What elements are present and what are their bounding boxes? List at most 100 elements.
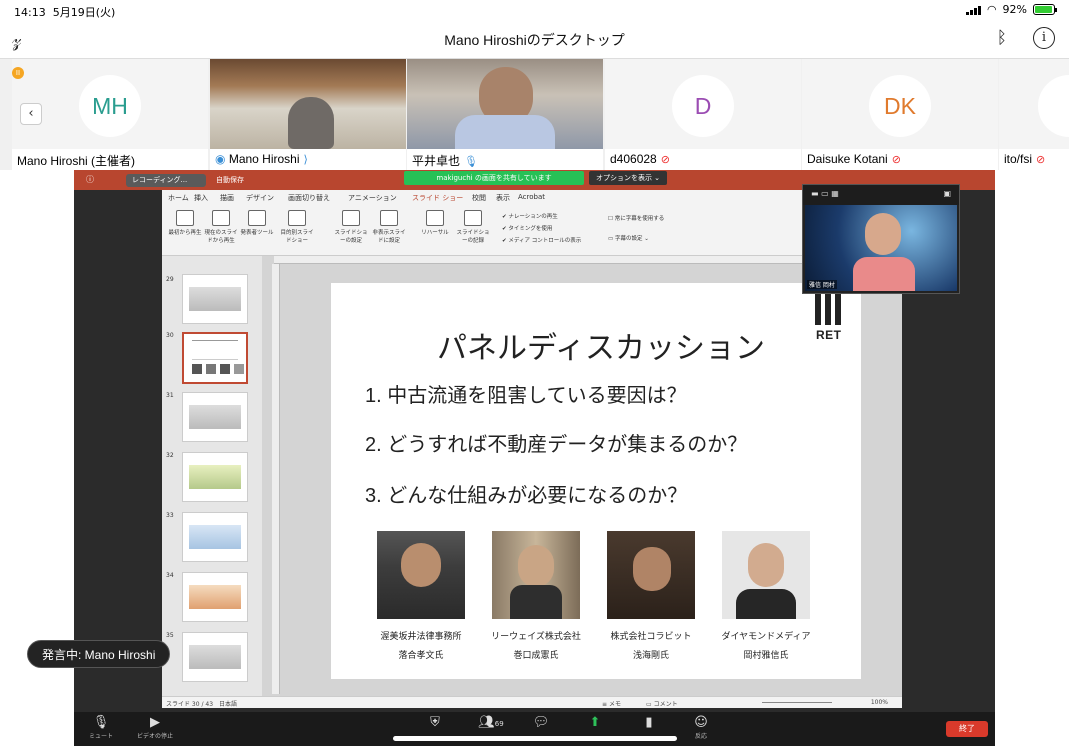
bluetooth-icon[interactable]: ᛒ xyxy=(997,28,1007,48)
participant-tile[interactable]: D xyxy=(605,59,801,149)
panelist-photo xyxy=(607,531,695,619)
mute-button[interactable]: 🎙︎ ミュート xyxy=(76,715,126,740)
slide-thumbnail[interactable] xyxy=(182,632,248,682)
ribbon-button[interactable]: 現在のスライドから再生 xyxy=(204,210,238,244)
ribbon-button[interactable]: 非表示スライドに設定 xyxy=(372,210,406,244)
participant-name: d406028 ⊘ xyxy=(605,149,801,170)
chat-button[interactable]: 💬︎ xyxy=(516,715,566,731)
info-icon[interactable]: i xyxy=(1033,27,1055,49)
panelist-name: 浅海剛氏 xyxy=(632,650,669,660)
tab-7[interactable]: 校閲 xyxy=(472,193,486,203)
panelist: 株式会社コラビット 浅海剛氏 xyxy=(596,531,706,661)
zoom-ipad-screen: 14:13 5月19日(火) ◠ 92% 𝓏 Mano Hiroshiのデスクト… xyxy=(0,0,1069,746)
notes-button[interactable]: ≡ メモ xyxy=(602,699,621,708)
comments-button[interactable]: ▭ コメント xyxy=(646,699,678,708)
participant-tile[interactable] xyxy=(407,59,603,149)
slide-thumbnail-panel: 29 30 31 32 33 34 35 xyxy=(162,256,262,696)
ribbon-button[interactable]: 最初から再生 xyxy=(168,210,202,236)
status-right: ◠ 92% xyxy=(965,3,1057,16)
reactions-button[interactable]: ☺ 反応 xyxy=(676,715,726,740)
tab-4[interactable]: 画面切り替え xyxy=(288,193,330,203)
floating-video[interactable]: ▬ ▭ ▦ ▣ 雅信 岡村 xyxy=(802,184,960,294)
checkbox-timing[interactable]: ✔ タイミングを使用 xyxy=(502,224,552,232)
ribbon-button[interactable]: リハーサル xyxy=(418,210,452,236)
ribbon: 最初から再生 現在のスライドから再生 発表者ツール 目的別スライドショー スライ… xyxy=(162,204,902,256)
end-meeting-button[interactable]: 終了 xyxy=(946,721,988,737)
share-banner: makiguchi の画面を共有しています xyxy=(404,171,584,185)
back-arrow-icon[interactable]: ‹ xyxy=(20,103,42,125)
mic-muted-icon: ⊘ xyxy=(891,154,901,166)
share-screen-icon: ⬆ xyxy=(589,715,601,730)
slide-number: 30 xyxy=(166,332,174,339)
tab-0[interactable]: ホーム xyxy=(168,193,189,203)
zoom-logo-icon: ◉ xyxy=(215,152,226,166)
slide-thumbnail[interactable] xyxy=(182,274,248,324)
caption-settings-button[interactable]: ▭ 字幕の設定 ⌄ xyxy=(608,234,649,242)
tab-8[interactable]: 表示 xyxy=(496,193,510,203)
camera-video xyxy=(210,59,406,149)
zoom-level: 100% xyxy=(870,699,888,706)
participant-tile[interactable]: DK xyxy=(802,59,998,149)
ppt-statusbar: スライド 30 / 43 日本語 ≡ メモ ▭ コメント 100% xyxy=(162,696,902,708)
wifi-icon: ◠ xyxy=(986,3,997,16)
slide-thumbnail[interactable] xyxy=(182,452,248,502)
panelist: ダイヤモンドメディア 岡村雅信氏 xyxy=(711,531,821,661)
slide-number: 31 xyxy=(166,392,174,399)
tab-5[interactable]: アニメーション xyxy=(348,193,397,203)
checkbox-captions[interactable]: ☐ 常に字幕を使用する xyxy=(608,214,664,222)
mic-muted-icon: ⊘ xyxy=(660,154,670,166)
slide-number: 32 xyxy=(166,452,174,459)
panelist-org: 渥美坂井法律事務所 xyxy=(380,631,462,641)
layout-icon[interactable]: ▣ xyxy=(943,189,951,198)
info-icon[interactable]: ⓘ xyxy=(86,174,94,185)
mic-muted-icon: ⊘ xyxy=(1036,154,1046,166)
tab-9[interactable]: Acrobat xyxy=(518,193,545,201)
slide-thumbnail[interactable] xyxy=(182,512,248,562)
recording-button[interactable]: レコーディング... xyxy=(126,174,206,187)
ribbon-tabs: ホーム 挿入 描画 デザイン 画面切り替え アニメーション スライド ショー 校閲 表示 Acro… xyxy=(162,190,902,206)
slide-number: 34 xyxy=(166,572,174,579)
camera-video xyxy=(805,205,957,291)
tab-2[interactable]: 描画 xyxy=(220,193,234,203)
participant-tile[interactable] xyxy=(210,59,406,149)
shared-screen: ⓘ レコーディング... 自動保存 makiguchi の画面を共有しています … xyxy=(74,170,995,746)
avatar: DK xyxy=(869,75,931,137)
zoom-slider[interactable] xyxy=(762,702,832,703)
ribbon-button[interactable]: 発表者ツール xyxy=(240,210,274,236)
avatar: MH xyxy=(79,75,141,137)
participant-name: ito/fsi ⊘ xyxy=(999,149,1069,170)
video-camera-icon: ▶ xyxy=(150,715,160,730)
share-screen-button[interactable]: ⬆ xyxy=(570,715,620,731)
mic-on-icon: ⟩ xyxy=(303,154,308,166)
security-button[interactable]: ⛨ xyxy=(410,715,460,731)
minimize-icon[interactable]: ▬ ▭ ▦ xyxy=(811,189,839,198)
tab-1[interactable]: 挿入 xyxy=(194,193,208,203)
panelist-org: ダイヤモンドメディア xyxy=(721,631,811,641)
signal-icon xyxy=(965,5,981,15)
participant-tile[interactable] xyxy=(999,59,1069,149)
vertical-ruler xyxy=(272,264,280,694)
ribbon-button[interactable]: 目的別スライドショー xyxy=(280,210,314,244)
polling-button[interactable]: ▮ xyxy=(624,715,674,731)
slide-title: パネルディスカッション xyxy=(437,332,765,365)
slide-thumbnail-selected[interactable] xyxy=(182,332,248,384)
slide-thumbnail[interactable] xyxy=(182,572,248,622)
ribbon-button[interactable]: スライドショーの設定 xyxy=(334,210,368,244)
checkbox-narration[interactable]: ✔ ナレーションの再生 xyxy=(502,212,558,220)
floating-video-toolbar: ▬ ▭ ▦ ▣ xyxy=(803,185,959,205)
participant-name: ◉ Mano Hiroshi ⟩ xyxy=(210,149,406,170)
battery-icon xyxy=(1033,4,1057,15)
video-label: 雅信 岡村 xyxy=(807,280,837,289)
ribbon-button[interactable]: スライドショーの記録 xyxy=(456,210,490,244)
stop-video-button[interactable]: ▶ ビデオの停止 xyxy=(130,715,180,740)
view-options-button[interactable]: オプションを表示 ⌄ xyxy=(589,171,667,185)
checkbox-media[interactable]: ✔ メディア コントロールの表示 xyxy=(502,236,581,244)
home-indicator[interactable] xyxy=(393,736,677,741)
pause-icon: II xyxy=(12,67,24,79)
tab-3[interactable]: デザイン xyxy=(246,193,274,203)
slide-thumbnail[interactable] xyxy=(182,392,248,442)
question-item: 2. どうすれば不動産データが集まるのか？ xyxy=(365,434,748,456)
shield-icon: ⛨ xyxy=(430,715,440,730)
participants-button[interactable]: 👥︎69 xyxy=(466,715,516,731)
meeting-header: 𝓏 Mano Hiroshiのデスクトップ ᛒ i xyxy=(0,22,1069,58)
